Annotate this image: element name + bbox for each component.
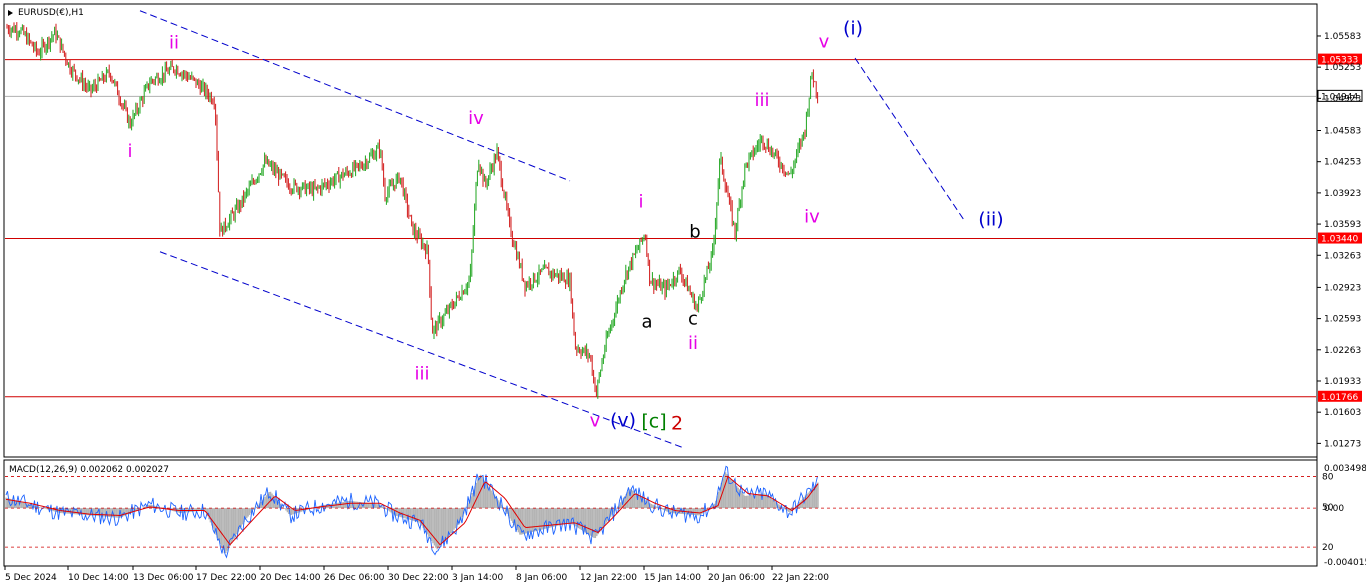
macd-panel bbox=[3, 459, 1318, 567]
time-tick-label: 30 Dec 22:00 bbox=[388, 573, 449, 583]
wave-label: b bbox=[689, 222, 700, 243]
price-tick-label: 1.05253 bbox=[1324, 63, 1361, 73]
time-tick-label: 10 Dec 14:00 bbox=[68, 573, 129, 583]
price-tick-label: 1.04253 bbox=[1324, 158, 1361, 168]
price-tick-label: 1.02263 bbox=[1324, 346, 1361, 356]
price-tick-label: 1.04583 bbox=[1324, 126, 1361, 136]
price-tick-label: 1.03923 bbox=[1324, 189, 1361, 199]
price-tick-label: 1.04923 bbox=[1324, 94, 1361, 104]
macd-aux-tick-label: 50 bbox=[1322, 503, 1334, 513]
time-tick-label: 12 Jan 22:00 bbox=[580, 573, 637, 583]
macd-ticks: 0.0034980.00-0.004015805020 bbox=[1322, 464, 1366, 568]
wave-label: 2 bbox=[671, 412, 683, 434]
time-tick-label: 22 Jan 22:00 bbox=[772, 573, 829, 583]
price-tick-label: 1.01603 bbox=[1324, 408, 1361, 418]
price-chart[interactable]: 1.053331.034401.017661.04944 iiiiiiivv (v… bbox=[0, 0, 1366, 588]
time-tick-label: 3 Jan 14:00 bbox=[452, 573, 504, 583]
macd-aux-tick-label: 20 bbox=[1322, 543, 1334, 553]
wave-label: iii bbox=[754, 90, 769, 111]
wave-label: c bbox=[688, 309, 698, 330]
wave-label: (ii) bbox=[978, 208, 1003, 230]
wave-label: iv bbox=[468, 108, 484, 129]
wave-label: iii bbox=[414, 363, 429, 384]
wave-label: ii bbox=[688, 333, 698, 354]
level-label-1: 1.03440 bbox=[1321, 235, 1358, 245]
macd-label: MACD(12,26,9) 0.002062 0.002027 bbox=[9, 465, 169, 475]
wave-label: (i) bbox=[843, 17, 863, 39]
price-tick-label: 1.02923 bbox=[1324, 283, 1361, 293]
wave-label: v bbox=[819, 32, 830, 53]
wave-label: [c] bbox=[641, 411, 666, 433]
time-tick-label: 20 Dec 14:00 bbox=[260, 573, 321, 583]
price-tick-label: 1.01933 bbox=[1324, 377, 1361, 387]
time-tick-label: 15 Jan 14:00 bbox=[644, 573, 701, 583]
time-tick-label: 13 Dec 06:00 bbox=[133, 573, 194, 583]
time-tick-label: 17 Dec 22:00 bbox=[196, 573, 257, 583]
wave-label: i bbox=[638, 191, 643, 212]
time-tick-label: 20 Jan 06:00 bbox=[708, 573, 765, 583]
wave-label: ii bbox=[169, 33, 179, 54]
macd-aux-tick-label: 80 bbox=[1322, 472, 1334, 482]
wave-label: (v) bbox=[610, 410, 636, 432]
wave-label: iv bbox=[804, 206, 820, 227]
macd-tick-label: -0.004015 bbox=[1324, 558, 1366, 568]
level-label-2: 1.01766 bbox=[1321, 393, 1358, 403]
main-panel bbox=[3, 3, 1318, 458]
time-tick-label: 8 Jan 06:00 bbox=[516, 573, 568, 583]
price-tick-label: 1.03263 bbox=[1324, 251, 1361, 261]
chart-symbol: EURUSD(€),H1 bbox=[18, 8, 84, 18]
wave-label: a bbox=[641, 311, 652, 332]
price-tick-label: 1.02593 bbox=[1324, 315, 1361, 325]
price-tick-label: 1.03593 bbox=[1324, 220, 1361, 230]
wave-label: v bbox=[590, 411, 601, 432]
wave-label: i bbox=[127, 141, 132, 162]
time-tick-label: 26 Dec 06:00 bbox=[324, 573, 385, 583]
time-ticks: 5 Dec 2024 10 Dec 14:00 13 Dec 06:00 17 Dec… bbox=[4, 566, 829, 583]
price-tick-label: 1.05583 bbox=[1324, 32, 1361, 42]
time-tick-label: 5 Dec 2024 bbox=[5, 573, 57, 583]
price-tick-label: 1.01273 bbox=[1324, 439, 1361, 449]
